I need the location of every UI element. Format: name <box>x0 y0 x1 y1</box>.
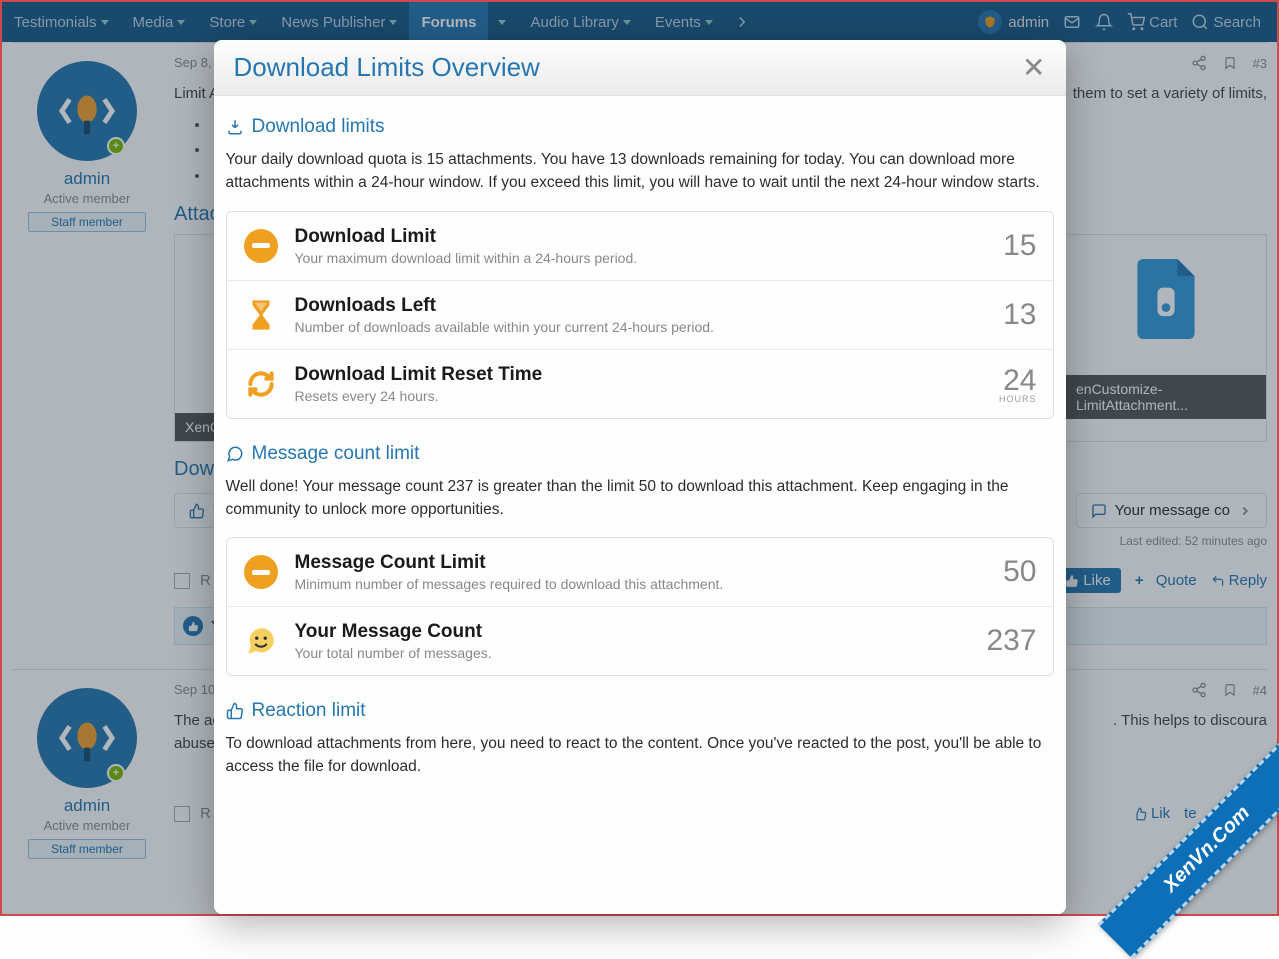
stat-value: 50 <box>1003 555 1036 589</box>
modal-body: Download limits Your daily download quot… <box>214 96 1066 815</box>
section-description: To download attachments from here, you n… <box>226 732 1054 779</box>
modal-overlay[interactable]: Download Limits Overview ✕ Download limi… <box>2 2 1277 914</box>
thumbs-up-icon <box>226 702 244 720</box>
download-icon <box>226 118 244 136</box>
refresh-icon <box>243 366 279 402</box>
section-message-count: Message count limit <box>226 443 1054 465</box>
chat-icon <box>226 445 244 463</box>
stat-value: 15 <box>1003 229 1036 263</box>
section-description: Well done! Your message count 237 is gre… <box>226 475 1054 522</box>
stat-message-limit: Message Count LimitMinimum number of mes… <box>227 538 1053 607</box>
minus-circle-icon <box>243 554 279 590</box>
download-limits-modal: Download Limits Overview ✕ Download limi… <box>214 40 1066 914</box>
section-download-limits: Download limits <box>226 116 1054 138</box>
stat-download-limit: Download LimitYour maximum download limi… <box>227 212 1053 281</box>
stat-value: 237 <box>986 624 1036 658</box>
modal-header: Download Limits Overview ✕ <box>214 40 1066 96</box>
section-reaction: Reaction limit <box>226 700 1054 722</box>
section-description: Your daily download quota is 15 attachme… <box>226 148 1054 195</box>
stat-message-count: Your Message CountYour total number of m… <box>227 607 1053 675</box>
close-button[interactable]: ✕ <box>1022 54 1045 82</box>
minus-circle-icon <box>243 228 279 264</box>
download-stats: Download LimitYour maximum download limi… <box>226 211 1054 419</box>
hourglass-icon <box>243 297 279 333</box>
stat-value: 13 <box>1003 298 1036 332</box>
stat-value: 24HOURS <box>999 364 1037 404</box>
message-stats: Message Count LimitMinimum number of mes… <box>226 537 1054 676</box>
stat-downloads-left: Downloads LeftNumber of downloads availa… <box>227 281 1053 350</box>
modal-title: Download Limits Overview <box>234 52 540 83</box>
smile-chat-icon <box>243 623 279 659</box>
stat-reset-time: Download Limit Reset TimeResets every 24… <box>227 350 1053 418</box>
